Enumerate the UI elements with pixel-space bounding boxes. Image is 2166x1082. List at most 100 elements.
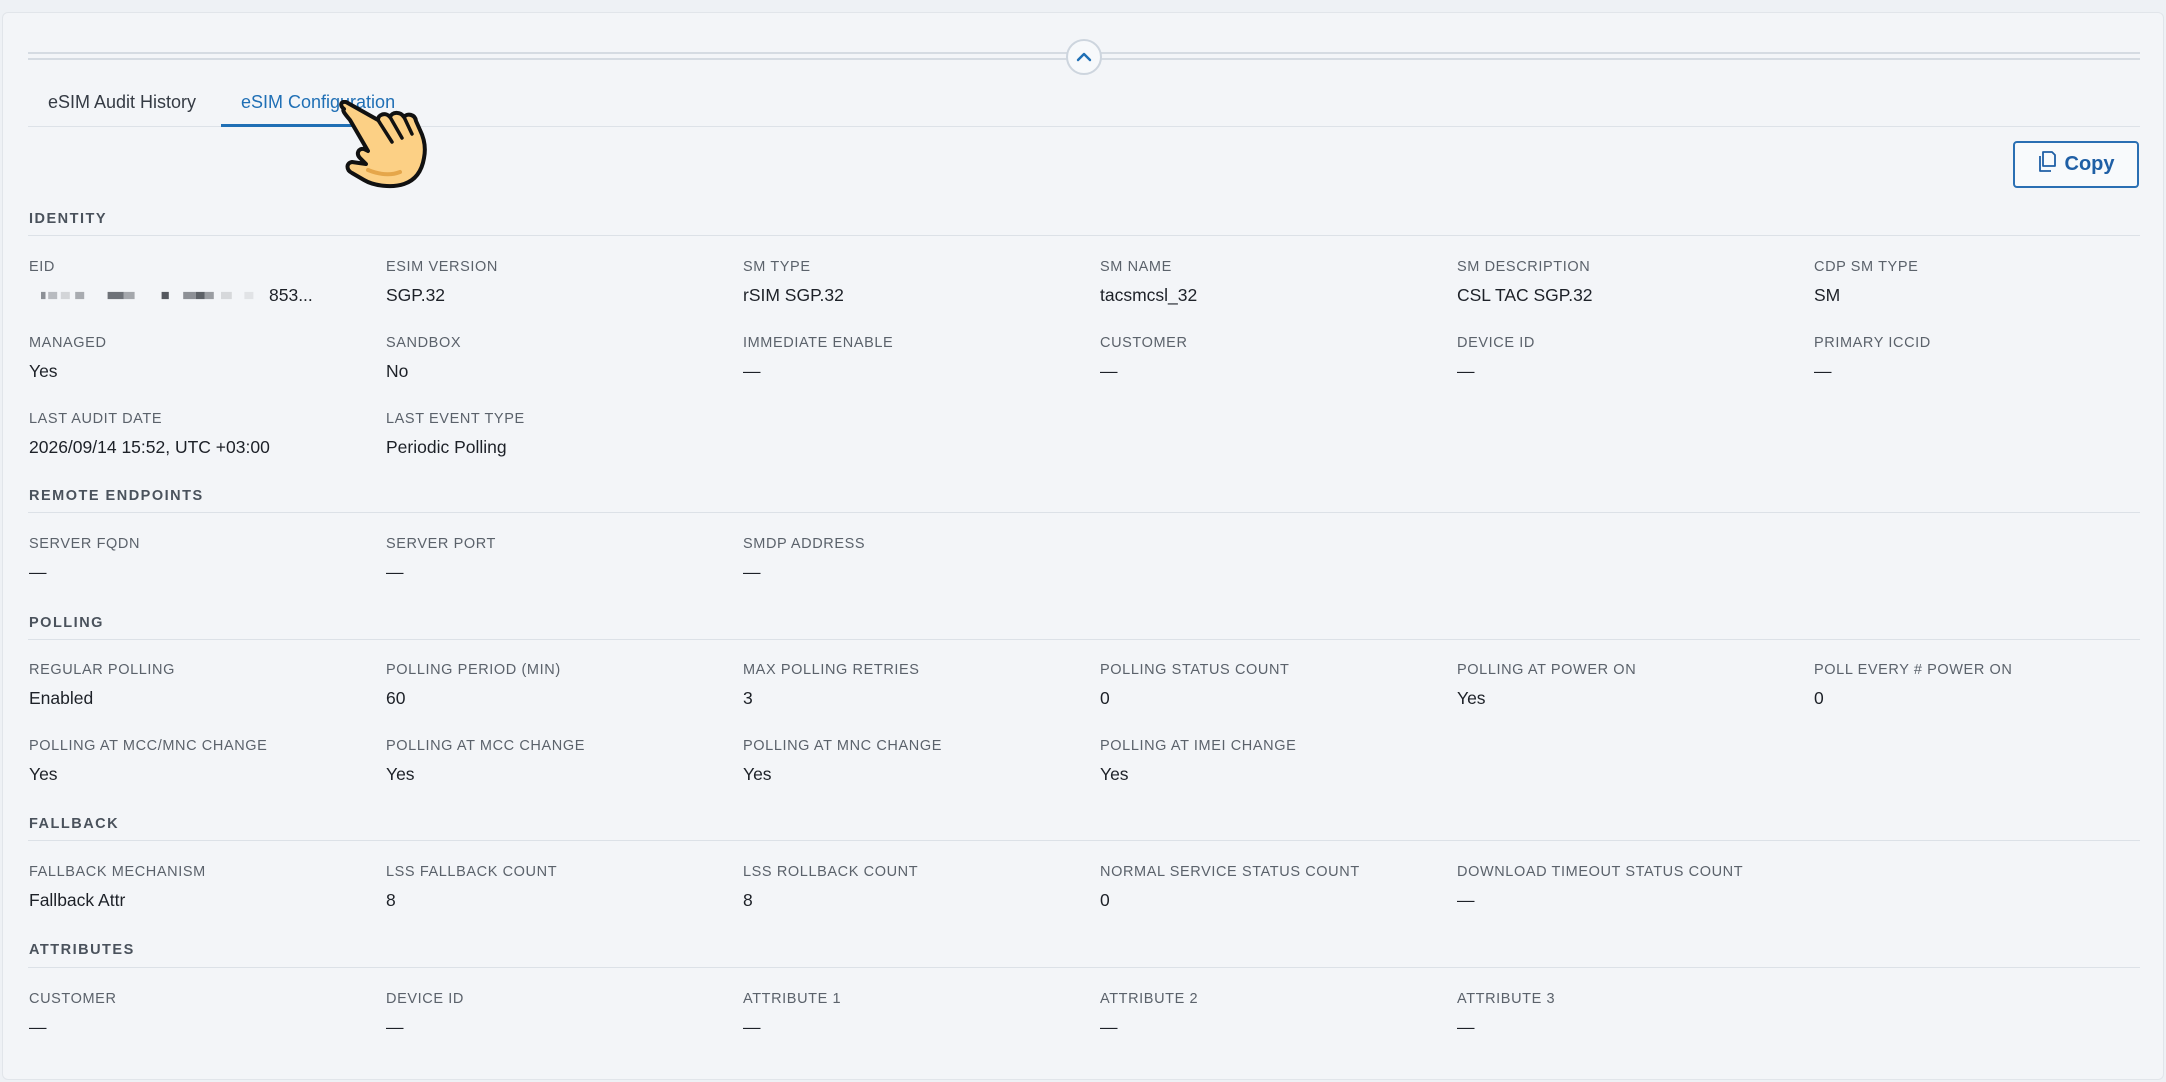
field-esim-version: ESIM VERSION SGP.32 bbox=[386, 258, 498, 306]
field-value: — bbox=[1100, 361, 1118, 381]
field-sm-type: SM TYPE rSIM SGP.32 bbox=[743, 258, 844, 306]
field-value: tacsmcsl_32 bbox=[1100, 285, 1198, 305]
field-fallback-mechanism: FALLBACK MECHANISM Fallback Attr bbox=[29, 863, 206, 911]
field-label: EID bbox=[29, 259, 55, 275]
field-polling-at-mcc-change: POLLING AT MCC CHANGE Yes bbox=[386, 737, 585, 785]
field-sandbox: SANDBOX No bbox=[386, 334, 461, 382]
field-label: POLLING STATUS COUNT bbox=[1100, 662, 1290, 678]
field-smdp-address: SMDP ADDRESS — bbox=[743, 535, 865, 583]
field-label: POLLING AT MCC/MNC CHANGE bbox=[29, 738, 268, 754]
section-divider bbox=[28, 512, 2140, 513]
field-value: — bbox=[743, 562, 761, 582]
field-attribute-3: ATTRIBUTE 3 — bbox=[1457, 990, 1555, 1038]
field-value: — bbox=[743, 1017, 761, 1037]
field-label: POLLING AT MCC CHANGE bbox=[386, 738, 585, 754]
hand-pointer-icon bbox=[339, 100, 427, 189]
field-label: MAX POLLING RETRIES bbox=[743, 662, 920, 678]
field-value: — bbox=[743, 361, 761, 381]
field-polling-at-mcc-mnc-change: POLLING AT MCC/MNC CHANGE Yes bbox=[29, 737, 267, 785]
field-label: LAST EVENT TYPE bbox=[386, 411, 525, 427]
field-attr-device-id: DEVICE ID — bbox=[386, 990, 464, 1038]
field-poll-every-power-on: POLL EVERY # POWER ON 0 bbox=[1814, 661, 2012, 709]
field-normal-service-status-count: NORMAL SERVICE STATUS COUNT 0 bbox=[1100, 863, 1360, 911]
chevron-up-icon bbox=[1076, 52, 1092, 62]
field-label: POLLING AT MNC CHANGE bbox=[743, 738, 942, 754]
field-download-timeout-status-count: DOWNLOAD TIMEOUT STATUS COUNT — bbox=[1457, 863, 1743, 911]
collapse-button[interactable] bbox=[1066, 39, 1102, 75]
field-attr-customer: CUSTOMER — bbox=[29, 990, 117, 1038]
field-label: ATTRIBUTE 2 bbox=[1100, 991, 1199, 1007]
field-value: Yes bbox=[1457, 688, 1486, 708]
field-value: Yes bbox=[29, 764, 58, 784]
copy-button-label: Copy bbox=[2064, 153, 2115, 175]
field-label: LAST AUDIT DATE bbox=[29, 411, 163, 427]
field-value: — bbox=[29, 562, 47, 582]
field-label: SMDP ADDRESS bbox=[743, 536, 866, 552]
field-label: ESIM VERSION bbox=[386, 259, 498, 275]
field-polling-at-imei-change: POLLING AT IMEI CHANGE Yes bbox=[1100, 737, 1296, 785]
field-polling-period: POLLING PERIOD (MIN) 60 bbox=[386, 661, 561, 709]
section-divider bbox=[28, 967, 2140, 968]
field-label: ATTRIBUTE 3 bbox=[1457, 991, 1556, 1007]
field-value: — bbox=[386, 562, 404, 582]
section-title-remote-endpoints: REMOTE ENDPOINTS bbox=[29, 488, 204, 504]
field-label: MANAGED bbox=[29, 335, 107, 351]
section-title-polling: POLLING bbox=[29, 615, 104, 631]
section-divider bbox=[28, 840, 2140, 841]
section-title-attributes: ATTRIBUTES bbox=[29, 942, 135, 958]
field-value: SM bbox=[1814, 285, 1841, 305]
copy-button[interactable]: Copy bbox=[2013, 141, 2139, 188]
field-label: POLL EVERY # POWER ON bbox=[1814, 662, 2013, 678]
field-max-polling-retries: MAX POLLING RETRIES 3 bbox=[743, 661, 920, 709]
field-sm-description: SM DESCRIPTION CSL TAC SGP.32 bbox=[1457, 258, 1593, 306]
field-value: Periodic Polling bbox=[386, 437, 507, 457]
section-title-identity: IDENTITY bbox=[29, 211, 108, 227]
field-value: 853... bbox=[269, 285, 313, 305]
field-label: LSS FALLBACK COUNT bbox=[386, 864, 558, 880]
field-value: CSL TAC SGP.32 bbox=[1457, 285, 1593, 305]
field-value: 2026/09/14 15:52, UTC +03:00 bbox=[29, 437, 270, 457]
field-server-fqdn: SERVER FQDN — bbox=[29, 535, 140, 583]
field-value: 0 bbox=[1100, 890, 1110, 910]
field-regular-polling: REGULAR POLLING Enabled bbox=[29, 661, 175, 709]
field-value: — bbox=[1457, 890, 1475, 910]
field-label: IMMEDIATE ENABLE bbox=[743, 335, 894, 351]
field-label: FALLBACK MECHANISM bbox=[29, 864, 206, 880]
eid-value-row: 853... bbox=[29, 284, 313, 306]
field-value: — bbox=[29, 1017, 47, 1037]
field-server-port: SERVER PORT — bbox=[386, 535, 496, 583]
field-value: 0 bbox=[1814, 688, 1824, 708]
field-customer: CUSTOMER — bbox=[1100, 334, 1188, 382]
section-title-fallback: FALLBACK bbox=[29, 816, 120, 832]
field-polling-at-power-on: POLLING AT POWER ON Yes bbox=[1457, 661, 1636, 709]
field-label: DEVICE ID bbox=[386, 991, 464, 1007]
field-label: CUSTOMER bbox=[1100, 335, 1188, 351]
field-attribute-1: ATTRIBUTE 1 — bbox=[743, 990, 841, 1038]
field-label: SERVER FQDN bbox=[29, 536, 141, 552]
field-cdp-sm-type: CDP SM TYPE SM bbox=[1814, 258, 1918, 306]
field-value: Yes bbox=[29, 361, 58, 381]
field-sm-name: SM NAME tacsmcsl_32 bbox=[1100, 258, 1197, 306]
section-divider bbox=[28, 235, 2140, 236]
field-primary-iccid: PRIMARY ICCID — bbox=[1814, 334, 1931, 382]
field-label: DOWNLOAD TIMEOUT STATUS COUNT bbox=[1457, 864, 1744, 880]
field-value: Fallback Attr bbox=[29, 890, 126, 910]
field-lss-fallback-count: LSS FALLBACK COUNT 8 bbox=[386, 863, 557, 911]
field-label: PRIMARY ICCID bbox=[1814, 335, 1931, 351]
field-immediate-enable: IMMEDIATE ENABLE — bbox=[743, 334, 893, 382]
field-managed: MANAGED Yes bbox=[29, 334, 107, 382]
field-label: SM NAME bbox=[1100, 259, 1172, 275]
field-device-id: DEVICE ID — bbox=[1457, 334, 1535, 382]
field-eid: EID 853... bbox=[29, 258, 313, 306]
field-value: 60 bbox=[386, 688, 406, 708]
field-polling-status-count: POLLING STATUS COUNT 0 bbox=[1100, 661, 1290, 709]
field-label: CDP SM TYPE bbox=[1814, 259, 1919, 275]
field-last-event-type: LAST EVENT TYPE Periodic Polling bbox=[386, 410, 525, 458]
field-label: ATTRIBUTE 1 bbox=[743, 991, 842, 1007]
field-label: SM TYPE bbox=[743, 259, 811, 275]
tab-esim-audit-history[interactable]: eSIM Audit History bbox=[28, 84, 216, 127]
field-value: — bbox=[1457, 1017, 1475, 1037]
field-value: Yes bbox=[743, 764, 772, 784]
field-value: 8 bbox=[386, 890, 396, 910]
field-value: — bbox=[1457, 361, 1475, 381]
